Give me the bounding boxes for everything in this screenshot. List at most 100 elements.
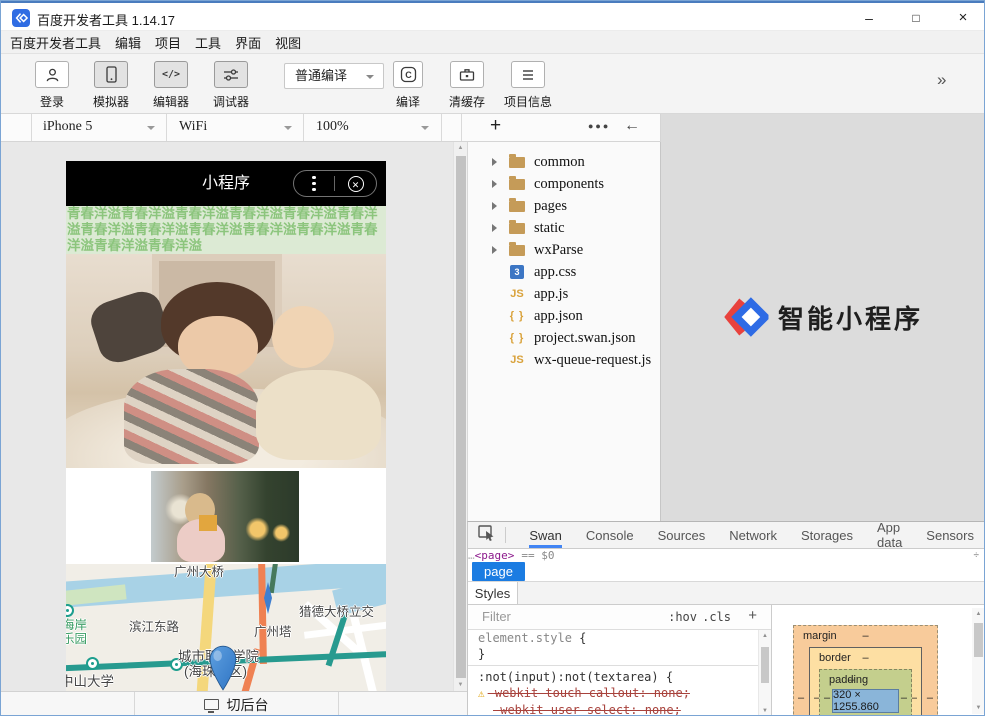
logo-text: 智能小程序 <box>778 299 923 336</box>
tree-item-project-swan-json[interactable]: { } project.swan.json <box>468 327 660 349</box>
folder-icon <box>509 157 525 168</box>
tree-item-wx-queue-request[interactable]: JS wx-queue-request.js <box>468 349 660 371</box>
more-options-button[interactable]: ●●● <box>588 121 610 131</box>
maximize-button[interactable]: □ <box>900 7 932 29</box>
new-style-rule-button[interactable]: + <box>748 607 757 624</box>
compile-icon: C <box>393 61 423 88</box>
toolbox-icon <box>450 61 484 88</box>
scrollbar-thumb[interactable] <box>761 647 769 683</box>
dom-element-line[interactable]: …<page>== $0 <box>468 549 985 562</box>
scroll-down-icon[interactable]: ▼ <box>972 705 985 711</box>
device-select[interactable]: iPhone 5 <box>43 119 92 135</box>
styles-pane: :hov .cls + element.style { } :not(input… <box>468 605 771 716</box>
box-model-border[interactable]: border – – – padding – – – 320 × 1255.86… <box>809 647 922 716</box>
close-miniapp-button[interactable]: ✕ <box>335 176 376 192</box>
css-selector[interactable]: :not(input):not(textarea) { <box>468 669 758 685</box>
tree-item-app-css[interactable]: 3 app.css <box>468 261 660 283</box>
box-model-scrollbar[interactable]: ▲ ▼ <box>972 608 985 714</box>
tab-app-data[interactable]: App data <box>877 522 902 548</box>
chevron-right-icon[interactable] <box>492 224 497 232</box>
simulator-button[interactable]: 模拟器 <box>81 61 141 110</box>
css-property[interactable]: -webkit-user-select: none; <box>493 703 681 716</box>
switch-background-button[interactable]: 切后台 <box>134 692 338 716</box>
menu-project[interactable]: 项目 <box>155 33 181 52</box>
menu-view[interactable]: 视图 <box>275 33 301 52</box>
tab-storages[interactable]: Storages <box>801 522 853 548</box>
add-tab-button[interactable]: + <box>490 115 501 137</box>
login-icon <box>35 61 69 88</box>
panel-resizer-icon[interactable]: ÷ <box>974 549 980 562</box>
menu-tools[interactable]: 工具 <box>195 33 221 52</box>
tab-sensors[interactable]: Sensors <box>926 522 974 548</box>
toggle-hover-state-button[interactable]: :hov <box>668 610 697 624</box>
folder-icon <box>509 223 525 234</box>
compile-button[interactable]: C 编译 <box>378 61 438 110</box>
smart-miniprogram-logo: 智能小程序 <box>724 296 923 338</box>
chevron-right-icon[interactable] <box>492 202 497 210</box>
network-select[interactable]: WiFi <box>179 119 207 135</box>
js-file-icon: JS <box>510 354 523 366</box>
scroll-up-icon[interactable]: ▲ <box>759 633 771 639</box>
tree-item-components[interactable]: components <box>468 173 660 195</box>
scrollbar-thumb[interactable] <box>456 156 466 678</box>
tab-network[interactable]: Network <box>729 522 777 548</box>
tree-item-app-js[interactable]: JS app.js <box>468 283 660 305</box>
menu-edit[interactable]: 编辑 <box>115 33 141 52</box>
folder-icon <box>509 201 525 212</box>
chevron-right-icon[interactable] <box>492 158 497 166</box>
menu-bar: 百度开发者工具 编辑 项目 工具 界面 视图 <box>1 31 984 54</box>
simulator-scrollbar[interactable]: ▲ ▼ <box>453 142 467 691</box>
chevron-right-icon[interactable] <box>492 246 497 254</box>
toolbar-overflow-button[interactable]: » <box>937 70 944 90</box>
app-logo-icon <box>12 9 30 27</box>
css-file-icon: 3 <box>510 265 524 279</box>
debugger-button[interactable]: 调试器 <box>201 61 261 110</box>
sliders-icon <box>214 61 248 88</box>
compile-mode-select[interactable]: 普通编译 <box>284 63 384 89</box>
tab-swan[interactable]: Swan <box>529 522 562 548</box>
login-button[interactable]: 登录 <box>22 61 82 110</box>
box-model-margin[interactable]: margin – – – border – – – padding – – – … <box>793 625 938 716</box>
tree-item-wxparse[interactable]: wxParse <box>468 239 660 261</box>
tab-styles[interactable]: Styles <box>468 582 518 604</box>
toggle-class-button[interactable]: .cls <box>702 610 731 624</box>
styles-filter-row: :hov .cls + <box>468 605 771 630</box>
folder-icon <box>509 179 525 190</box>
tree-item-app-json[interactable]: { } app.json <box>468 305 660 327</box>
scroll-up-icon[interactable]: ▲ <box>972 611 985 617</box>
tab-console[interactable]: Console <box>586 522 634 548</box>
tab-sources[interactable]: Sources <box>658 522 706 548</box>
scroll-down-icon[interactable]: ▼ <box>454 682 467 688</box>
zoom-select[interactable]: 100% <box>316 119 349 135</box>
editor-button[interactable]: </> 编辑器 <box>141 61 201 110</box>
more-dots-icon[interactable] <box>294 176 334 192</box>
inspect-element-icon[interactable] <box>478 525 496 546</box>
minimize-button[interactable]: – <box>853 7 885 29</box>
box-model-padding[interactable]: padding – – – 320 × 1255.860 <box>819 669 912 716</box>
tree-item-static[interactable]: static <box>468 217 660 239</box>
box-model-content[interactable]: 320 × 1255.860 <box>832 689 899 713</box>
close-icon: ✕ <box>348 176 364 192</box>
collapse-arrow-button[interactable]: ← <box>624 117 640 135</box>
styles-scrollbar[interactable]: ▲ ▼ <box>758 630 771 716</box>
menu-app[interactable]: 百度开发者工具 <box>10 33 101 52</box>
inline-style-selector[interactable]: element.style <box>478 631 572 645</box>
folder-icon <box>509 245 525 256</box>
element-tag[interactable]: <page> <box>475 549 515 562</box>
close-button[interactable]: × <box>947 7 979 29</box>
menu-interface[interactable]: 界面 <box>235 33 261 52</box>
toolbar: 登录 模拟器 </> 编辑器 调试器 普通编译 C <box>1 54 984 114</box>
tree-item-common[interactable]: common <box>468 151 660 173</box>
styles-filter-input[interactable] <box>480 608 634 625</box>
clear-cache-button[interactable]: 清缓存 <box>437 61 497 110</box>
chevron-right-icon[interactable] <box>492 180 497 188</box>
scroll-down-icon[interactable]: ▼ <box>759 708 771 714</box>
scroll-up-icon[interactable]: ▲ <box>454 145 467 151</box>
tree-item-pages[interactable]: pages <box>468 195 660 217</box>
scrollbar-thumb[interactable] <box>974 623 983 657</box>
map-label: 中山大学 <box>66 670 114 690</box>
warning-icon: ⚠ <box>478 687 485 700</box>
project-info-button[interactable]: 项目信息 <box>498 61 558 110</box>
css-property[interactable]: -webkit-touch-callout: none; <box>488 686 690 700</box>
map[interactable]: 广州大桥 猎德大桥立交 滨江东路 广州塔 城市职业学院 (海珠校区) 中山大学 … <box>66 564 386 691</box>
